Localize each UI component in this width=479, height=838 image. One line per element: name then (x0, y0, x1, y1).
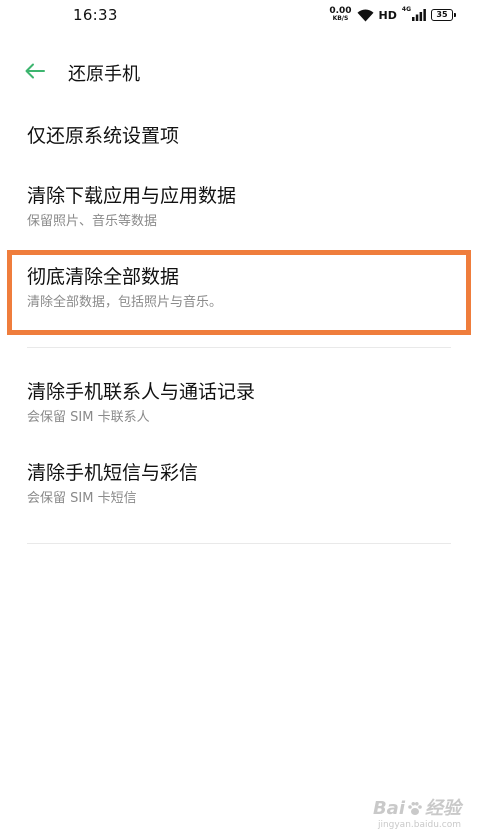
network-type-label: 4G (401, 6, 411, 13)
watermark: Bai 经验 jingyan.baidu.com (373, 800, 461, 830)
option-clear-downloaded-apps[interactable]: 清除下载应用与应用数据 保留照片、音乐等数据 (27, 184, 447, 231)
paw-icon (408, 802, 422, 815)
divider (27, 347, 451, 348)
option-clear-sms-mms[interactable]: 清除手机短信与彩信 会保留 SIM 卡短信 (27, 461, 447, 508)
option-clear-contacts-call-log[interactable]: 清除手机联系人与通话记录 会保留 SIM 卡联系人 (27, 380, 447, 427)
status-time: 16:33 (73, 6, 118, 24)
battery-icon: 35 (431, 9, 456, 21)
back-button[interactable] (22, 58, 48, 84)
cell-signal-icon (412, 9, 426, 21)
option-title: 清除下载应用与应用数据 (27, 185, 237, 207)
watermark-logo: Bai 经验 (373, 800, 461, 818)
option-subtitle: 保留照片、音乐等数据 (27, 214, 158, 229)
option-title: 仅还原系统设置项 (27, 125, 180, 147)
option-subtitle: 会保留 SIM 卡联系人 (27, 410, 150, 425)
wifi-icon (357, 9, 374, 22)
option-subtitle: 会保留 SIM 卡短信 (27, 491, 137, 506)
watermark-logo-suffix: 经验 (425, 798, 461, 819)
network-speed-unit: KB/S (332, 15, 349, 22)
divider (27, 543, 451, 544)
status-bar: 16:33 0.00 KB/S HD 4G 35 (0, 0, 479, 32)
option-title: 清除手机短信与彩信 (27, 462, 199, 484)
arrow-left-icon (25, 63, 45, 79)
hd-voice-label: HD (378, 8, 397, 22)
option-title: 清除手机联系人与通话记录 (27, 381, 256, 403)
battery-level: 35 (436, 10, 448, 19)
status-icons: 0.00 KB/S HD 4G 35 (329, 5, 456, 25)
highlight-box (7, 250, 471, 335)
page-title: 还原手机 (68, 64, 140, 85)
watermark-logo-text: Bai (372, 798, 405, 819)
network-speed: 0.00 KB/S (329, 7, 351, 23)
network-speed-value: 0.00 (329, 6, 352, 16)
header: 还原手机 (0, 48, 479, 94)
option-reset-system-settings[interactable]: 仅还原系统设置项 (27, 124, 447, 148)
watermark-site: jingyan.baidu.com (377, 820, 461, 830)
